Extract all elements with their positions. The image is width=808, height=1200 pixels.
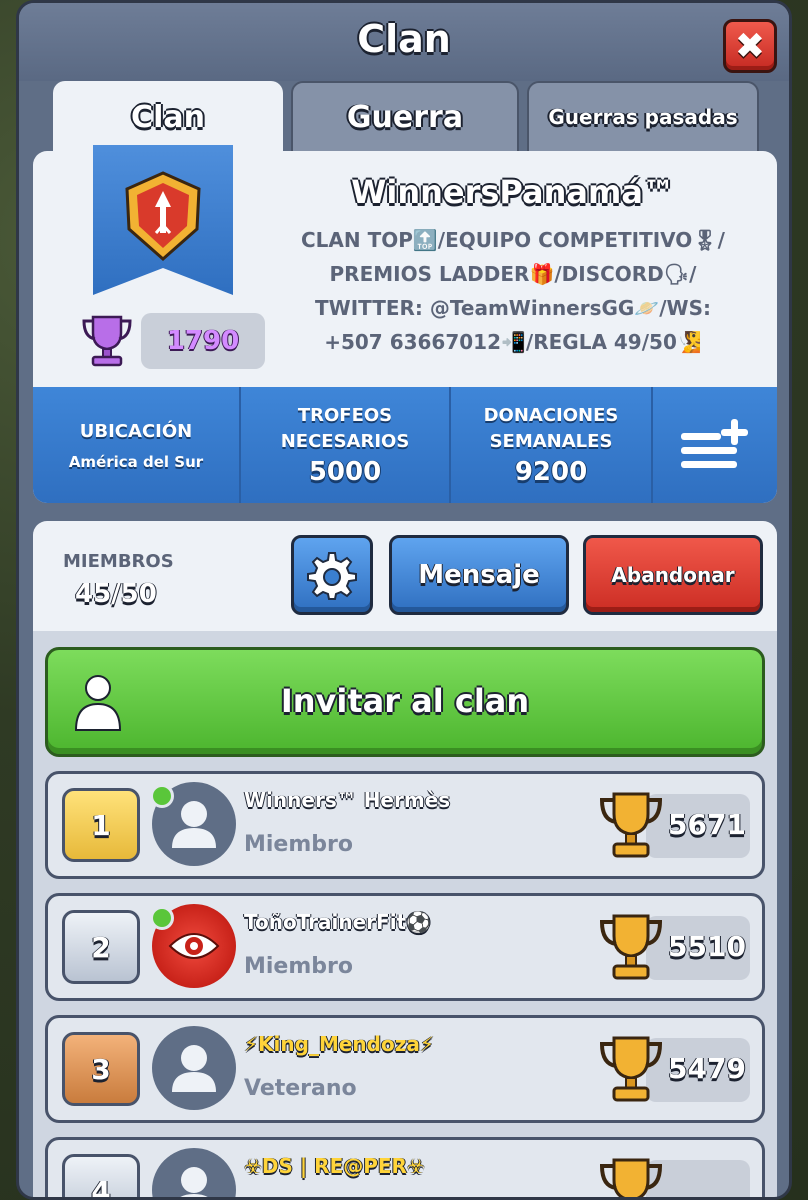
stat-required-trophies: TROFEOS NECESARIOS 5000 bbox=[241, 387, 451, 503]
tab-clan[interactable]: Clan bbox=[53, 81, 283, 153]
stat-location: UBICACIÓN América del Sur bbox=[33, 387, 241, 503]
clan-badge-icon bbox=[125, 171, 201, 261]
online-indicator bbox=[150, 906, 174, 930]
member-row[interactable]: 4 ☣DS | RE@PER☣ bbox=[45, 1137, 765, 1197]
close-button[interactable]: ✖ bbox=[723, 19, 777, 73]
member-trophies: 5479 bbox=[668, 1052, 746, 1085]
clan-trophy-icon bbox=[82, 315, 132, 367]
trophy-icon bbox=[599, 1158, 663, 1197]
member-trophies: 5510 bbox=[668, 930, 746, 963]
member-role: Miembro bbox=[244, 954, 353, 979]
person-icon bbox=[172, 1045, 216, 1092]
members-list: Invitar al clan 1 Winners™ Hermès Miembr… bbox=[33, 631, 777, 1197]
trophy-icon bbox=[599, 792, 663, 858]
clan-name: WinnersPanamá™ bbox=[351, 173, 675, 211]
title-bar: Clan ✖ bbox=[19, 3, 789, 81]
members-label: MIEMBROS bbox=[63, 551, 174, 572]
sort-filter-button[interactable] bbox=[653, 387, 777, 503]
member-name: Winners™ Hermès bbox=[244, 788, 451, 812]
clan-description: CLAN TOP🔝/EQUIPO COMPETITIVO🎖/ PREMIOS L… bbox=[301, 228, 725, 354]
member-name: ⚡King_Mendoza⚡ bbox=[244, 1032, 434, 1056]
tab-bar: Clan Guerra Guerras pasadas bbox=[53, 81, 759, 153]
members-count: 45/50 bbox=[75, 579, 157, 609]
member-role: Veterano bbox=[244, 1076, 357, 1101]
clan-info-card: 1790 WinnersPanamá™ CLAN TOP🔝/EQUIPO COM… bbox=[33, 145, 777, 503]
member-row[interactable]: 2 ToñoTrainerFit⚽ Miembro 5510 bbox=[45, 893, 765, 1001]
invite-to-clan-button[interactable]: Invitar al clan bbox=[45, 647, 765, 757]
member-row[interactable]: 3 ⚡King_Mendoza⚡ Veterano 5479 bbox=[45, 1015, 765, 1123]
clan-stats-bar: UBICACIÓN América del Sur TROFEOS NECESA… bbox=[33, 387, 777, 503]
invite-label: Invitar al clan bbox=[280, 682, 530, 720]
clan-panel: Clan ✖ Clan Guerra Guerras pasadas 1790 … bbox=[16, 0, 792, 1200]
online-indicator bbox=[150, 784, 174, 808]
person-icon bbox=[180, 1167, 208, 1197]
clan-settings-button[interactable] bbox=[291, 535, 373, 615]
gear-icon bbox=[307, 552, 357, 600]
trophy-icon bbox=[599, 1036, 663, 1102]
tab-guerras-pasadas[interactable]: Guerras pasadas bbox=[527, 81, 759, 153]
member-role: Miembro bbox=[244, 832, 353, 857]
clan-trophy-count: 1790 bbox=[141, 313, 265, 369]
avatar bbox=[152, 1026, 236, 1110]
tab-guerra[interactable]: Guerra bbox=[291, 81, 519, 153]
trophy-icon bbox=[599, 914, 663, 980]
close-icon: ✖ bbox=[734, 25, 766, 67]
avatar bbox=[152, 1148, 236, 1197]
member-trophies: 5671 bbox=[668, 808, 746, 841]
member-rank: 1 bbox=[62, 788, 140, 862]
sort-add-icon bbox=[681, 419, 748, 468]
member-name: ☣DS | RE@PER☣ bbox=[244, 1154, 425, 1178]
member-rank: 3 bbox=[62, 1032, 140, 1106]
member-rank: 2 bbox=[62, 910, 140, 984]
message-button[interactable]: Mensaje bbox=[389, 535, 569, 615]
leave-clan-button[interactable]: Abandonar bbox=[583, 535, 763, 615]
panel-title: Clan bbox=[357, 17, 451, 61]
stat-weekly-donations: DONACIONES SEMANALES 9200 bbox=[451, 387, 653, 503]
members-header: MIEMBROS 45/50 Mensaje Abandonar bbox=[33, 521, 777, 631]
member-row[interactable]: 1 Winners™ Hermès Miembro 5671 bbox=[45, 771, 765, 879]
member-name: ToñoTrainerFit⚽ bbox=[244, 910, 432, 934]
member-rank: 4 bbox=[62, 1154, 140, 1197]
